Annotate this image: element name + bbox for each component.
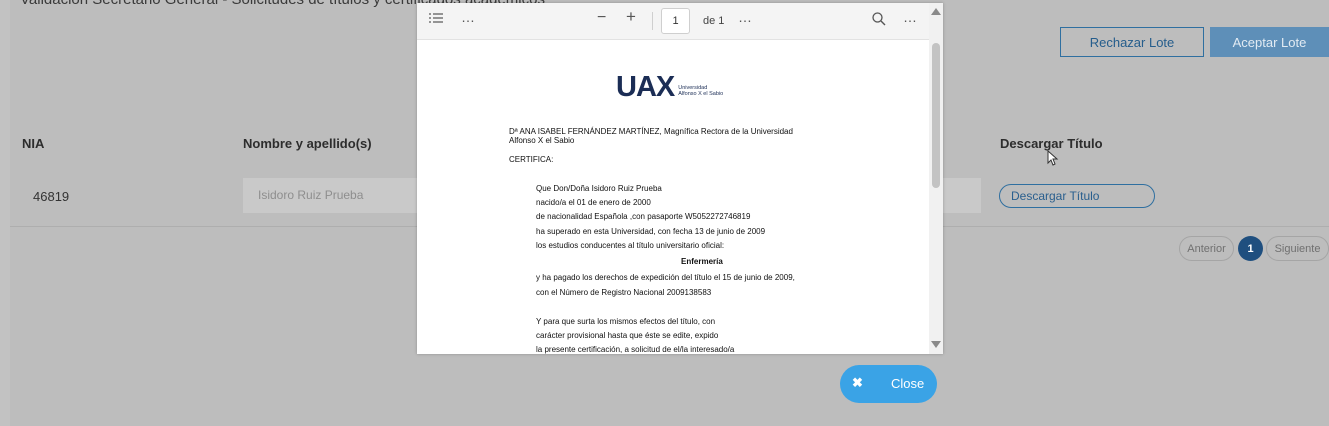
mouse-cursor-icon xyxy=(1047,150,1059,166)
more-options-icon[interactable]: … xyxy=(738,9,752,25)
document-line: ha superado en esta Universidad, con fec… xyxy=(536,227,766,236)
document-line: y ha pagado los derechos de expedición d… xyxy=(536,273,795,282)
logo-subtitle-line: Alfonso X el Sabio xyxy=(678,90,724,97)
zoom-in-icon[interactable]: + xyxy=(626,8,636,25)
document-line: Alfonso X el Sabio xyxy=(509,136,575,145)
pagination-page-1[interactable]: 1 xyxy=(1238,236,1263,261)
document-line: de nacionalidad Española ,con pasaporte … xyxy=(536,212,751,221)
scrollbar-thumb[interactable] xyxy=(932,43,940,188)
column-header-nia: NIA xyxy=(22,136,45,151)
close-icon: ✖ xyxy=(852,375,863,390)
reject-batch-button[interactable]: Rechazar Lote xyxy=(1060,27,1204,57)
accept-batch-button[interactable]: Aceptar Lote xyxy=(1210,27,1329,57)
pagination-next-button[interactable]: Siguiente xyxy=(1266,236,1329,261)
zoom-out-icon[interactable]: − xyxy=(597,10,606,26)
document-line: con el Número de Registro Nacional 20091… xyxy=(536,288,712,297)
pagination-previous-button[interactable]: Anterior xyxy=(1179,236,1234,261)
outline-list-icon[interactable] xyxy=(429,11,443,27)
document-line: Que Don/Doña Isidoro Ruiz Prueba xyxy=(536,184,662,193)
logo-text: UAX xyxy=(616,71,675,103)
close-button[interactable]: ✖ Close xyxy=(840,365,937,403)
nia-cell: 46819 xyxy=(33,189,70,204)
column-header-download: Descargar Título xyxy=(1000,136,1103,151)
pdf-page: UAX Universidad Alfonso X el Sabio Dª AN… xyxy=(420,40,926,354)
download-title-button[interactable]: Descargar Título xyxy=(999,184,1155,208)
uax-logo: UAX Universidad Alfonso X el Sabio xyxy=(616,71,723,104)
document-line: los estudios conducentes al título unive… xyxy=(536,241,725,250)
document-line: nacido/a el 01 de enero de 2000 xyxy=(536,198,651,207)
more-options-icon[interactable]: … xyxy=(903,9,917,25)
pdf-viewer: … − + 1 de 1 … … UAX Universidad Alfonso… xyxy=(417,3,943,354)
page-number-input[interactable]: 1 xyxy=(661,8,690,34)
scroll-down-arrow-icon[interactable] xyxy=(931,341,941,348)
document-line: Y para que surta los mismos efectos del … xyxy=(536,317,716,326)
degree-name: Enfermería xyxy=(681,257,723,266)
page-count-label: de 1 xyxy=(703,15,725,27)
scroll-up-arrow-icon[interactable] xyxy=(931,8,941,15)
logo-subtitle: Universidad Alfonso X el Sabio xyxy=(678,85,723,97)
document-line: la presente certificación, a solicitud d… xyxy=(536,345,735,354)
vertical-scrollbar[interactable] xyxy=(929,3,943,354)
close-label: Close xyxy=(891,376,925,391)
pdf-toolbar: … − + 1 de 1 … … xyxy=(417,3,931,40)
search-icon[interactable] xyxy=(872,12,886,29)
document-line: Dª ANA ISABEL FERNÁNDEZ MARTÍNEZ, Magníf… xyxy=(509,127,793,136)
left-edge xyxy=(0,0,10,426)
more-options-icon[interactable]: … xyxy=(461,9,475,25)
table-cell-background xyxy=(943,178,981,213)
document-line: CERTIFICA: xyxy=(509,155,554,164)
document-line: carácter provisional hasta que éste se e… xyxy=(536,331,719,340)
toolbar-divider xyxy=(652,12,653,30)
column-header-name: Nombre y apellido(s) xyxy=(243,136,372,151)
name-field: Isidoro Ruiz Prueba xyxy=(243,178,418,213)
